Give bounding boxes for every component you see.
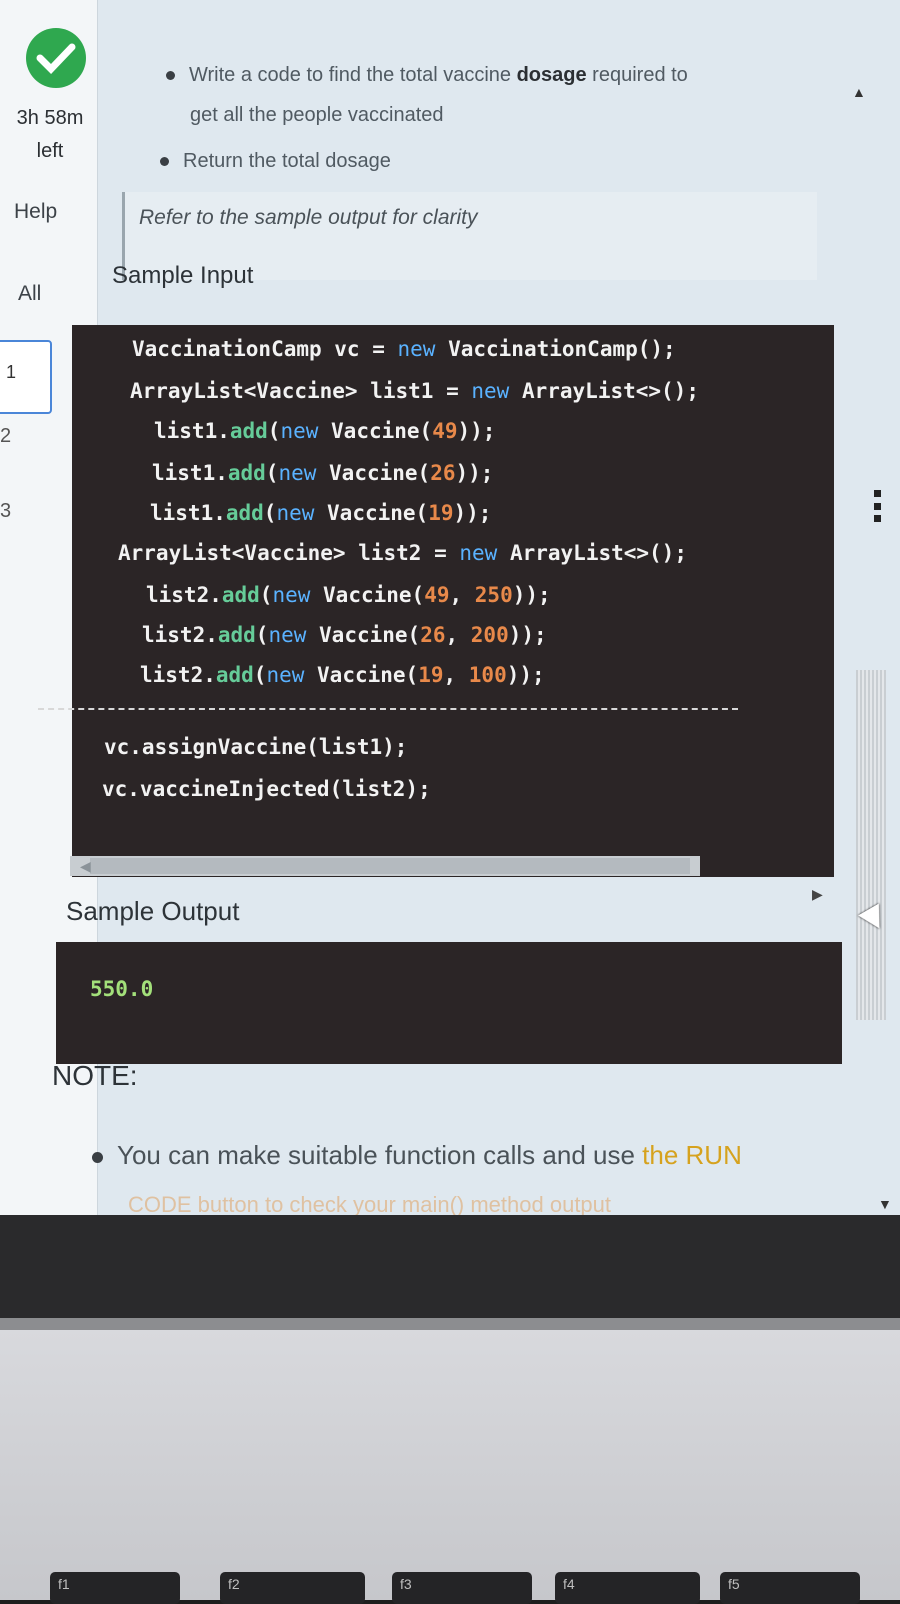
sample-output-block <box>56 942 842 1064</box>
note-title: NOTE: <box>52 1060 138 1091</box>
note-item-cut-off: CODE button to check your main() method … <box>128 1192 612 1215</box>
problem-bullet-1-cont: get all the people vaccinated <box>190 104 444 126</box>
question-3-button[interactable]: 3 <box>0 500 11 523</box>
code-line: ArrayList<Vaccine> list1 = new ArrayList… <box>130 379 699 403</box>
problem-bullet-1: Write a code to find the total vaccine d… <box>166 64 688 87</box>
sample-output-value: 550.0 <box>90 977 154 1001</box>
laptop-bezel <box>0 1215 900 1330</box>
scroll-right-icon[interactable]: ▶ <box>812 886 823 903</box>
f3-key[interactable]: f3 <box>392 1572 532 1604</box>
code-line: list2.add(new Vaccine(49, 250)); <box>146 583 551 607</box>
code-line: list1.add(new Vaccine(19)); <box>150 501 492 525</box>
timer-suffix: left <box>36 140 64 162</box>
scroll-left-icon[interactable]: ◀ <box>80 858 91 875</box>
code-line: vc.vaccineInjected(list2); <box>102 777 431 801</box>
problem-bullet-2: Return the total dosage <box>160 150 391 173</box>
sample-output-title: Sample Output <box>66 896 240 926</box>
code-line: list2.add(new Vaccine(19, 100)); <box>140 663 545 687</box>
bullet-dot-icon <box>160 157 169 167</box>
screen: 3h 58m left Help All 1 2 3 Write a code … <box>0 0 900 1215</box>
more-options-icon[interactable] <box>874 490 884 522</box>
completed-check-icon <box>26 28 86 88</box>
sample-input-code: VaccinationCamp vc = new VaccinationCamp… <box>72 325 834 877</box>
code-line: list1.add(new Vaccine(49)); <box>154 419 496 443</box>
timer-value: 3h 58m <box>16 107 84 129</box>
sample-input-title: Sample Input <box>112 262 254 289</box>
all-questions-link[interactable]: All <box>18 282 41 306</box>
f4-key[interactable]: f4 <box>555 1572 700 1604</box>
keyboard-deck <box>0 1330 900 1600</box>
f1-key[interactable]: f1 <box>50 1572 180 1604</box>
bullet-dot-icon <box>92 1151 103 1163</box>
bullet-dot-icon <box>166 71 175 81</box>
code-line: list1.add(new Vaccine(26)); <box>152 461 494 485</box>
code-line: vc.assignVaccine(list1); <box>104 735 408 759</box>
note-item: You can make suitable function calls and… <box>92 1140 742 1171</box>
time-remaining: 3h 58m left <box>8 102 92 168</box>
question-2-button[interactable]: 2 <box>0 425 11 448</box>
run-code-link[interactable]: the RUN <box>642 1140 742 1170</box>
scroll-down-icon[interactable]: ▼ <box>878 1196 892 1212</box>
code-line: list2.add(new Vaccine(26, 200)); <box>142 623 547 647</box>
f2-key[interactable]: f2 <box>220 1572 365 1604</box>
vertical-scrollbar[interactable] <box>856 670 886 1020</box>
scroll-up-icon[interactable]: ▲ <box>852 84 866 100</box>
help-link[interactable]: Help <box>14 200 57 224</box>
code-line: VaccinationCamp vc = new VaccinationCamp… <box>132 337 676 361</box>
scrollbar-thumb[interactable] <box>90 858 690 874</box>
code-separator <box>38 708 738 710</box>
f5-key[interactable]: f5 <box>720 1572 860 1604</box>
question-1-label: 1 <box>6 362 17 382</box>
question-1-button[interactable]: 1 <box>0 340 52 414</box>
code-line: ArrayList<Vaccine> list2 = new ArrayList… <box>118 541 687 565</box>
